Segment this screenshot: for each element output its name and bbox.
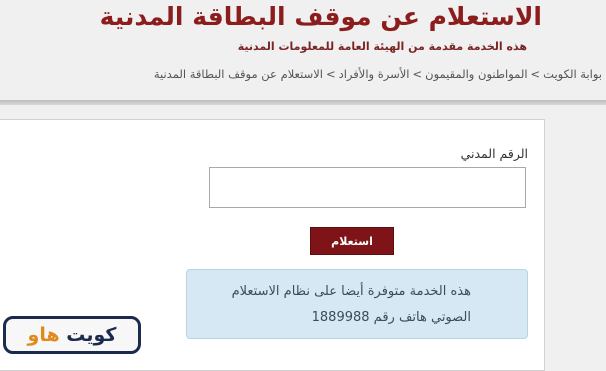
breadcrumb-separator: > [325,67,336,81]
civil-id-label: الرقم المدني [460,146,528,161]
logo-text-part-1: كويت [66,324,117,346]
civil-id-input[interactable] [209,167,526,208]
page-title: الاستعلام عن موقف البطاقة المدنية [99,2,542,31]
voice-service-notice: هذه الخدمة متوفرة أيضا على نظام الاستعلا… [186,269,528,339]
breadcrumb: بوابة الكويت>المواطنون والمقيمون>الأسرة … [154,64,602,84]
notice-text-line-2: الصوتي هاتف رقم 1889988 [311,310,471,325]
header-divider [0,100,606,105]
breadcrumb-item-family-individuals[interactable]: الأسرة والأفراد [339,67,410,81]
page-subtitle: هذه الخدمة مقدمة من الهيئة العامة للمعلو… [237,40,527,53]
breadcrumb-item-kuwait-portal[interactable]: بوابة الكويت [543,67,602,81]
breadcrumb-separator: > [412,67,423,81]
logo-text-part-2: هاو [27,324,60,346]
breadcrumb-item-citizens-residents[interactable]: المواطنون والمقيمون [425,67,527,81]
notice-text-line-1: هذه الخدمة متوفرة أيضا على نظام الاستعلا… [231,284,471,299]
kuwait-how-logo: كويت هاو [3,316,141,354]
breadcrumb-separator: > [530,67,541,81]
breadcrumb-item-current: الاستعلام عن موقف البطاقة المدنية [153,67,323,81]
query-button[interactable]: استعلام [310,227,394,255]
